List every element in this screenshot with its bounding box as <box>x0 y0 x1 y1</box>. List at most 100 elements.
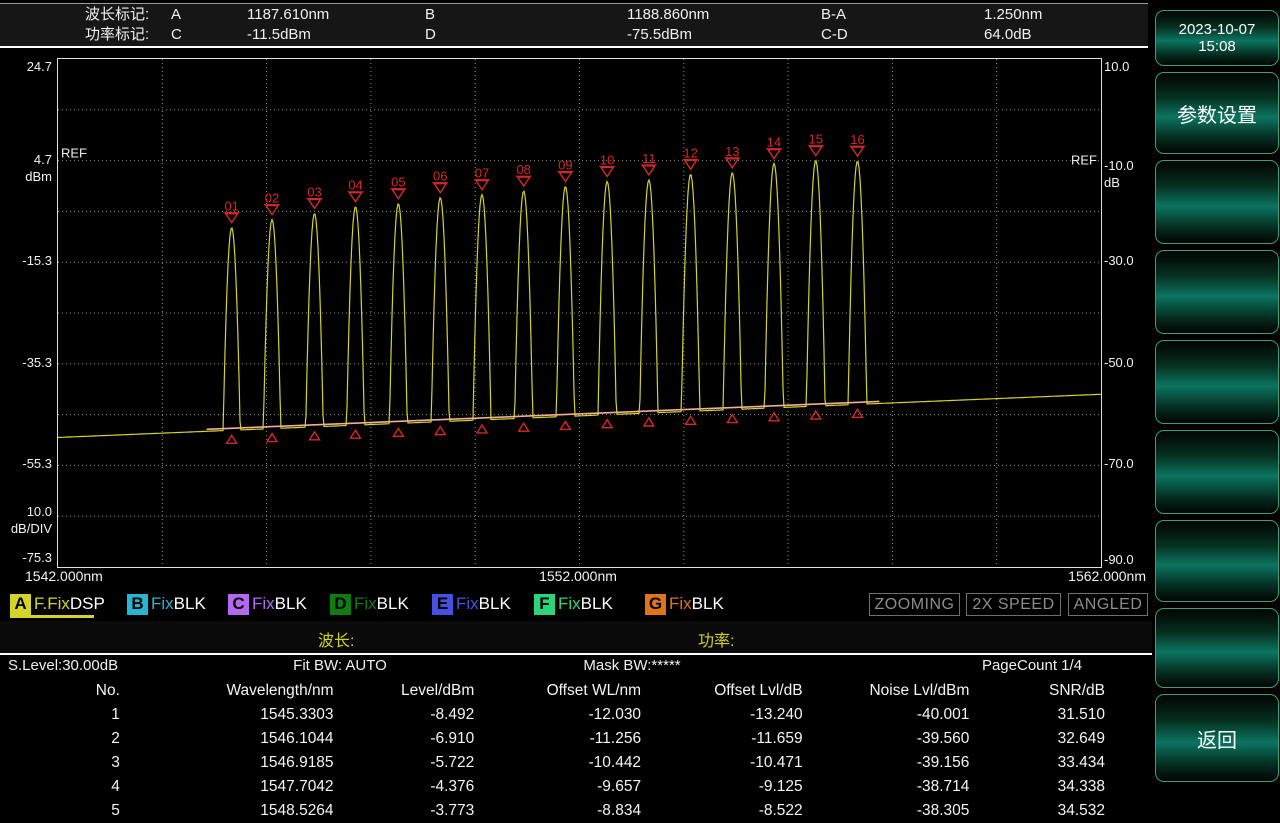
power-marker-row: 功率标记: C -11.5dBm D -75.5dBm C-D 64.0dB <box>0 25 1148 45</box>
softkey-blank-1[interactable] <box>1155 160 1279 244</box>
peak-number: 16 <box>850 132 864 147</box>
softkey-back[interactable]: 返回 <box>1155 694 1279 782</box>
peak-number: 05 <box>391 175 405 190</box>
peak-marker-triangle <box>308 200 320 209</box>
marker-ba-label: B-A <box>821 5 984 25</box>
wavelength-marker-row: 波长标记: A 1187.610nm B 1188.860nm B-A 1.25… <box>0 5 1148 25</box>
trace-a-legend[interactable]: AF.FixDSP <box>10 592 105 616</box>
table-cell: 1545.3303 <box>120 703 334 727</box>
noise-marker-triangle <box>852 409 862 417</box>
softkey-label: 15:08 <box>1198 38 1236 55</box>
col-header: Noise Lvl/dBm <box>803 679 970 703</box>
table-cell: 31.510 <box>969 703 1105 727</box>
trace-b-legend[interactable]: BFixBLK <box>127 592 206 616</box>
trace-legend-row: AF.FixDSPBFixBLKCFixBLKDFixBLKEFixBLKFFi… <box>0 591 1152 619</box>
table-cell: -11.659 <box>641 727 803 751</box>
table-cell: 1547.7042 <box>120 775 334 799</box>
indicator-angled[interactable]: ANGLED <box>1068 593 1148 616</box>
marker-c-value: -11.5dBm <box>247 25 425 45</box>
table-row: 51548.5264-3.773-8.834-8.522-38.30534.53… <box>0 799 1105 823</box>
softkey-param-settings[interactable]: 参数设置 <box>1155 72 1279 154</box>
peak-number: 02 <box>265 191 279 206</box>
trace-mode-label: Fix <box>456 594 479 614</box>
table-cell: -5.722 <box>334 751 475 775</box>
table-cell: 34.338 <box>969 775 1105 799</box>
noise-marker-triangle <box>769 413 779 421</box>
peak-results-table: No.Wavelength/nmLevel/dBmOffset WL/nmOff… <box>0 679 1105 823</box>
left-axis-tick: -75.3 <box>0 551 52 565</box>
peak-number: 10 <box>600 152 614 167</box>
table-cell: -8.834 <box>474 799 641 823</box>
indicator-2x-speed[interactable]: 2X SPEED <box>966 593 1061 616</box>
trace-letter-box: C <box>228 594 249 615</box>
scale-per-div-unit: dB/DIV <box>0 522 52 536</box>
trace-f-legend[interactable]: FFixBLK <box>534 592 613 616</box>
trace-sub-label: BLK <box>692 594 724 614</box>
peak-marker-triangle <box>518 177 530 186</box>
trace-letter-box: B <box>127 594 148 615</box>
trace-d-legend[interactable]: DFixBLK <box>330 592 409 616</box>
peak-number: 06 <box>433 169 447 184</box>
table-cell: 5 <box>0 799 120 823</box>
right-axis-tick: -50.0 <box>1104 356 1134 370</box>
left-axis-tick: -35.3 <box>0 356 52 370</box>
col-header: Offset WL/nm <box>474 679 641 703</box>
col-header: No. <box>0 679 120 703</box>
table-cell: -9.125 <box>641 775 803 799</box>
left-axis-tick: -55.3 <box>0 457 52 471</box>
softkey-blank-4[interactable] <box>1155 430 1279 514</box>
col-header: Wavelength/nm <box>120 679 334 703</box>
table-header: No.Wavelength/nmLevel/dBmOffset WL/nmOff… <box>0 679 1105 703</box>
page-count: PageCount 1/4 <box>982 657 1082 674</box>
trace-e-legend[interactable]: EFixBLK <box>432 592 511 616</box>
table-cell: -38.714 <box>803 775 970 799</box>
peak-marker-triangle <box>266 206 278 215</box>
peak-marker-triangle <box>226 214 238 223</box>
trace-g-legend[interactable]: GFixBLK <box>645 592 724 616</box>
noise-marker-triangle <box>686 416 696 424</box>
noise-marker-triangle <box>350 430 360 438</box>
table-cell: 4 <box>0 775 120 799</box>
softkey-blank-5[interactable] <box>1155 520 1279 602</box>
softkey-blank-3[interactable] <box>1155 340 1279 424</box>
peak-number: 07 <box>475 166 489 181</box>
table-cell: -12.030 <box>474 703 641 727</box>
marker-c-label: C <box>171 25 247 45</box>
table-cell: 2 <box>0 727 120 751</box>
table-cell: 34.532 <box>969 799 1105 823</box>
softkey-blank-6[interactable] <box>1155 608 1279 688</box>
col-header: SNR/dB <box>969 679 1105 703</box>
softkey-datetime[interactable]: 2023-10-0715:08 <box>1155 10 1279 66</box>
softkey-label: 返回 <box>1197 724 1237 753</box>
spectrum-plot: REFREF01020304050607080910111213141516 <box>57 58 1102 568</box>
table-cell: 1546.9185 <box>120 751 334 775</box>
peak-marker-triangle <box>851 147 863 156</box>
trace-sub-label: BLK <box>174 594 206 614</box>
active-trace-underline <box>10 615 94 618</box>
ref-label-right: REF <box>1071 153 1097 168</box>
table-cell: 33.434 <box>969 751 1105 775</box>
indicator-zooming[interactable]: ZOOMING <box>869 593 960 616</box>
table-row: 21546.1044-6.910-11.256-11.659-39.56032.… <box>0 727 1105 751</box>
peak-number: 14 <box>767 135 781 150</box>
softkey-label: 2023-10-07 <box>1179 21 1256 38</box>
trace-mode-label: Fix <box>252 594 275 614</box>
marker-ba-value: 1.250nm <box>984 5 1148 25</box>
softkey-blank-2[interactable] <box>1155 250 1279 334</box>
x-axis-tick-left: 1542.000nm <box>25 569 103 583</box>
left-axis-tick: 4.7 <box>0 153 52 167</box>
col-header: Offset Lvl/dB <box>641 679 803 703</box>
right-axis-tick: 10.0 <box>1104 60 1129 74</box>
table-row: 41547.7042-4.376-9.657-9.125-38.71434.33… <box>0 775 1105 799</box>
s-level-value: S.Level:30.00dB <box>8 657 118 674</box>
peak-number: 15 <box>809 132 823 147</box>
table-cell: -8.522 <box>641 799 803 823</box>
trace-mode-label: Fix <box>669 594 692 614</box>
trace-c-legend[interactable]: CFixBLK <box>228 592 307 616</box>
noise-marker-triangle <box>309 432 319 440</box>
marker-info-bar: 波长标记: A 1187.610nm B 1188.860nm B-A 1.25… <box>0 3 1148 48</box>
trace-letter-box: G <box>645 594 666 615</box>
marker-b-value: 1188.860nm <box>627 5 821 25</box>
peak-marker-triangle <box>476 181 488 190</box>
marker-a-label: A <box>171 5 247 25</box>
